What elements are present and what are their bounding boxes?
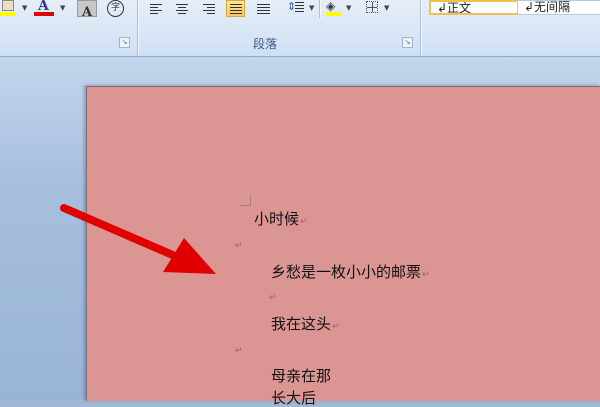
shading-dropdown-icon[interactable]: ▼: [346, 4, 351, 12]
divider: [420, 0, 421, 56]
doc-line: 母亲在那: [271, 367, 331, 385]
highlight-color-bar: [0, 12, 16, 16]
justify-icon: [229, 3, 242, 14]
doc-line-text: 长大后: [271, 389, 317, 407]
paragraph-mark-icon: ↵: [300, 217, 308, 227]
text-highlight-color-button[interactable]: [0, 0, 22, 17]
shading-color-bar: [326, 12, 342, 16]
paragraph-mark-icon: ↵: [422, 270, 430, 280]
line-spacing-button[interactable]: ⇕ ▼: [286, 0, 316, 17]
doc-line: 乡愁是一枚小小的邮票↵: [271, 263, 430, 284]
doc-line-text: 乡愁是一枚小小的邮票: [271, 263, 422, 281]
divider: [137, 0, 138, 56]
paragraph-mark-icon: ↵: [235, 241, 243, 251]
doc-line: 长大后: [271, 389, 316, 407]
paragraph-mark-icon: ↵: [269, 293, 277, 303]
distributed-button[interactable]: [254, 0, 273, 17]
align-right-icon: [202, 3, 215, 14]
align-center-icon: [175, 3, 188, 14]
divider: [319, 0, 320, 18]
doc-line-text: 我在这头: [271, 315, 332, 333]
doc-line: 小时候↵: [254, 210, 308, 231]
style-no-spacing[interactable]: ↲无间隔: [517, 0, 600, 15]
highlight-dropdown-icon[interactable]: ▼: [22, 4, 27, 12]
font-color-dropdown-icon[interactable]: ▼: [60, 4, 65, 12]
enclose-characters-button[interactable]: 字: [106, 0, 126, 17]
enclose-characters-icon: 字: [107, 0, 124, 17]
align-left-icon: [149, 3, 162, 14]
character-shading-icon: A: [81, 5, 93, 20]
borders-dropdown-icon[interactable]: ▼: [384, 4, 389, 12]
font-color-bar: [34, 12, 54, 16]
character-shading-button[interactable]: A: [77, 0, 97, 20]
doc-line-text: 母亲在那: [271, 367, 332, 385]
justify-button[interactable]: [226, 0, 245, 17]
style-normal[interactable]: ↲正文: [429, 0, 521, 15]
paragraph-group-label: 段落: [253, 37, 278, 51]
paragraph-mark-icon: ↵: [332, 322, 340, 332]
borders-button[interactable]: ▼: [364, 0, 394, 17]
line-spacing-dropdown-icon[interactable]: ▼: [309, 4, 314, 12]
border-grid-icon: [366, 1, 378, 13]
shading-button[interactable]: ◈ ▼: [324, 0, 354, 17]
paragraph-mark-icon: ↵: [235, 346, 243, 356]
line-spacing-lines-icon: [295, 2, 304, 12]
paragraph-dialog-launcher-icon[interactable]: ↘: [402, 37, 413, 48]
align-center-button[interactable]: [172, 0, 191, 17]
doc-line-text: 小时候: [254, 210, 300, 228]
margin-corner-mark: [240, 195, 251, 206]
ribbon: ▼ A ▼ A 字 ↘ ⇕ ▼ ◈ ▼ ▼ 段落 ↘ ↲正文 ↲无间隔: [0, 0, 600, 57]
align-right-button[interactable]: [199, 0, 218, 17]
document-page[interactable]: 小时候↵ ↵ 乡愁是一枚小小的邮票↵ ↵ 我在这头↵ ↵ 母亲在那 长大后: [86, 86, 600, 407]
highlighter-icon: [2, 0, 14, 11]
doc-line: 我在这头↵: [271, 315, 340, 336]
distributed-icon: [257, 3, 270, 14]
font-color-button[interactable]: A: [30, 0, 58, 17]
align-left-button[interactable]: [146, 0, 165, 17]
font-dialog-launcher-icon[interactable]: ↘: [119, 37, 130, 48]
